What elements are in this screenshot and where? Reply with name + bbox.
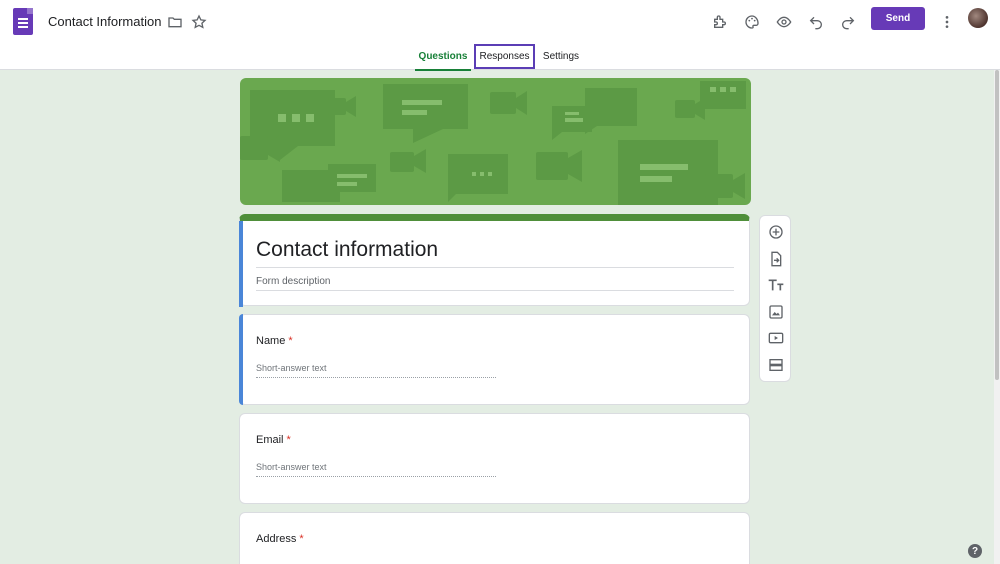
add-video-icon[interactable] — [767, 329, 785, 347]
add-title-icon[interactable] — [767, 276, 785, 294]
add-section-icon[interactable] — [767, 356, 785, 374]
more-icon[interactable] — [937, 12, 957, 32]
import-questions-icon[interactable] — [767, 250, 785, 268]
star-icon[interactable] — [189, 12, 209, 32]
answer-line — [256, 377, 496, 378]
question-card-address[interactable]: Address * — [239, 512, 750, 564]
question-label: Name * — [256, 335, 293, 347]
title-underline — [256, 267, 734, 268]
form-description-input[interactable]: Form description — [256, 276, 330, 287]
tab-settings[interactable]: Settings — [538, 44, 584, 69]
send-button[interactable]: Send — [871, 7, 925, 30]
question-label: Address * — [256, 533, 304, 545]
folder-icon[interactable] — [165, 12, 185, 32]
question-label: Email * — [256, 434, 291, 446]
scrollbar-thumb[interactable] — [995, 70, 999, 380]
help-icon[interactable]: ? — [968, 544, 982, 558]
active-indicator — [239, 221, 243, 307]
header-image — [240, 78, 751, 205]
undo-icon[interactable] — [806, 12, 826, 32]
floating-toolbar — [759, 215, 791, 382]
addon-icon[interactable] — [710, 12, 730, 32]
forms-logo-icon[interactable] — [13, 8, 33, 35]
top-bar: Contact Information Send Questions Respo… — [0, 0, 1000, 71]
preview-icon[interactable] — [774, 12, 794, 32]
tab-responses[interactable]: Responses — [474, 44, 535, 69]
active-indicator — [239, 314, 243, 405]
required-mark: * — [299, 533, 304, 545]
short-answer-hint: Short-answer text — [256, 363, 327, 373]
document-title[interactable]: Contact Information — [48, 14, 161, 29]
palette-icon[interactable] — [742, 12, 762, 32]
required-mark: * — [286, 434, 291, 446]
required-mark: * — [288, 335, 293, 347]
add-question-icon[interactable] — [767, 223, 785, 241]
form-title-card: Contact information Form description — [239, 214, 750, 307]
avatar[interactable] — [968, 8, 988, 28]
short-answer-hint: Short-answer text — [256, 462, 327, 472]
description-underline — [256, 290, 734, 291]
question-card-email[interactable]: Email * Short-answer text — [239, 413, 750, 504]
tab-bar: Questions Responses Settings — [0, 44, 1000, 71]
add-image-icon[interactable] — [767, 303, 785, 321]
redo-icon[interactable] — [838, 12, 858, 32]
answer-line — [256, 476, 496, 477]
question-card-name[interactable]: Name * Short-answer text — [239, 314, 750, 405]
form-title[interactable]: Contact information — [256, 238, 438, 262]
tab-questions[interactable]: Questions — [415, 44, 471, 71]
